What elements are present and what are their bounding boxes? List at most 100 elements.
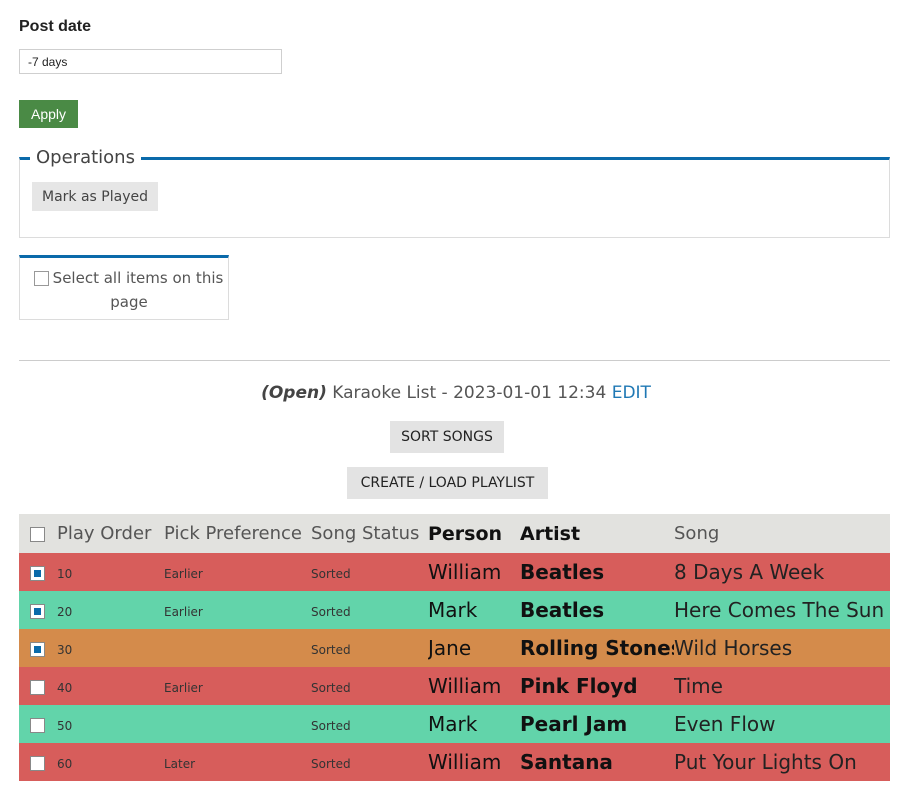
cell-pick-preference (164, 705, 311, 743)
row-checkbox[interactable] (30, 603, 45, 619)
artist-value: Santana (520, 750, 613, 774)
operations-fieldset: Operations Mark as Played (19, 147, 890, 238)
cell-song-status: Sorted (311, 743, 428, 781)
cell-artist: Rolling Stones (520, 629, 674, 667)
cell-song: Time (674, 667, 890, 705)
cell-select (19, 553, 57, 591)
song-value: Wild Horses (674, 636, 793, 660)
pick-preference-value: Earlier (164, 566, 203, 581)
song-value: Even Flow (674, 712, 776, 736)
operations-legend: Operations (30, 147, 141, 168)
song-value: Here Comes The Sun (674, 598, 885, 622)
person-value: Mark (428, 598, 478, 622)
song-status-value: Sorted (311, 718, 351, 733)
artist-value: Pearl Jam (520, 712, 628, 736)
song-value: 8 Days A Week (674, 560, 825, 584)
song-status-value: Sorted (311, 642, 351, 657)
sort-songs-button[interactable]: SORT SONGS (390, 421, 504, 453)
header-person[interactable]: Person (428, 514, 520, 553)
create-load-playlist-button[interactable]: CREATE / LOAD PLAYLIST (347, 467, 548, 499)
divider (19, 360, 890, 361)
table-header-row: Play Order Pick Preference Song Status P… (19, 514, 890, 553)
header-play-order[interactable]: Play Order (57, 514, 164, 553)
cell-play-order: 60 (57, 743, 164, 781)
pick-preference-value: Later (164, 756, 196, 771)
cell-song-status: Sorted (311, 591, 428, 629)
play-order-value: 20 (57, 604, 73, 619)
select-all-label[interactable]: Select all items on this page (34, 266, 224, 314)
cell-pick-preference: Earlier (164, 553, 311, 591)
cell-pick-preference: Earlier (164, 591, 311, 629)
person-value: William (428, 674, 502, 698)
post-date-input[interactable] (19, 49, 282, 74)
cell-select (19, 629, 57, 667)
cell-artist: Pearl Jam (520, 705, 674, 743)
cell-artist: Pink Floyd (520, 667, 674, 705)
artist-value: Pink Floyd (520, 674, 638, 698)
song-status-value: Sorted (311, 604, 351, 619)
cell-person: Mark (428, 705, 520, 743)
cell-person: William (428, 553, 520, 591)
cell-song: 8 Days A Week (674, 553, 890, 591)
play-order-value: 50 (57, 718, 73, 733)
cell-play-order: 20 (57, 591, 164, 629)
mark-as-played-button[interactable]: Mark as Played (32, 182, 158, 211)
artist-value: Beatles (520, 560, 605, 584)
header-select-cell (19, 514, 57, 553)
pick-preference-value: Earlier (164, 604, 203, 619)
cell-song-status: Sorted (311, 667, 428, 705)
table-row: 50 Sorted Mark Pearl Jam Even Flow (19, 705, 890, 743)
table-row: 30 Sorted Jane Rolling Stones Wild Horses (19, 629, 890, 667)
cell-artist: Beatles (520, 553, 674, 591)
cell-song: Even Flow (674, 705, 890, 743)
song-value: Time (674, 674, 723, 698)
song-status-value: Sorted (311, 756, 351, 771)
artist-value: Beatles (520, 598, 605, 622)
select-all-box: Select all items on this page (19, 255, 229, 320)
cell-play-order: 50 (57, 705, 164, 743)
cell-person: Mark (428, 591, 520, 629)
cell-song-status: Sorted (311, 553, 428, 591)
cell-play-order: 10 (57, 553, 164, 591)
post-date-label: Post date (19, 18, 92, 35)
cell-person: William (428, 743, 520, 781)
cell-person: William (428, 667, 520, 705)
cell-song-status: Sorted (311, 629, 428, 667)
cell-select (19, 743, 57, 781)
row-checkbox[interactable] (30, 717, 45, 733)
header-pick-preference[interactable]: Pick Preference (164, 514, 311, 553)
cell-artist: Beatles (520, 591, 674, 629)
cell-play-order: 30 (57, 629, 164, 667)
row-checkbox[interactable] (30, 679, 45, 695)
edit-link[interactable]: EDIT (612, 383, 651, 403)
list-status: (Open) (261, 383, 327, 403)
table-row: 40 Earlier Sorted William Pink Floyd Time (19, 667, 890, 705)
play-order-value: 10 (57, 566, 73, 581)
row-checkbox[interactable] (30, 641, 45, 657)
cell-song: Put Your Lights On (674, 743, 890, 781)
cell-song: Here Comes The Sun (674, 591, 890, 629)
header-song[interactable]: Song (674, 514, 890, 553)
cell-song-status: Sorted (311, 705, 428, 743)
person-value: William (428, 560, 502, 584)
cell-pick-preference (164, 629, 311, 667)
cell-play-order: 40 (57, 667, 164, 705)
list-name: Karaoke List - 2023-01-01 12:34 (326, 383, 612, 403)
table-row: 10 Earlier Sorted William Beatles 8 Days A We… (19, 553, 890, 591)
apply-button[interactable]: Apply (19, 100, 78, 128)
cell-artist: Santana (520, 743, 674, 781)
cell-person: Jane (428, 629, 520, 667)
song-value: Put Your Lights On (674, 750, 857, 774)
pick-preference-value: Earlier (164, 680, 203, 695)
cell-pick-preference: Earlier (164, 667, 311, 705)
row-checkbox[interactable] (30, 755, 45, 771)
list-title: (Open) Karaoke List - 2023-01-01 12:34 E… (0, 383, 912, 403)
header-song-status[interactable]: Song Status (311, 514, 428, 553)
person-value: William (428, 750, 502, 774)
play-order-value: 30 (57, 642, 73, 657)
songs-table: Play Order Pick Preference Song Status P… (19, 514, 890, 781)
header-artist[interactable]: Artist (520, 514, 674, 553)
header-select-checkbox[interactable] (30, 526, 45, 542)
table-row: 60 Later Sorted William Santana Put Your Ligh… (19, 743, 890, 781)
row-checkbox[interactable] (30, 565, 45, 581)
